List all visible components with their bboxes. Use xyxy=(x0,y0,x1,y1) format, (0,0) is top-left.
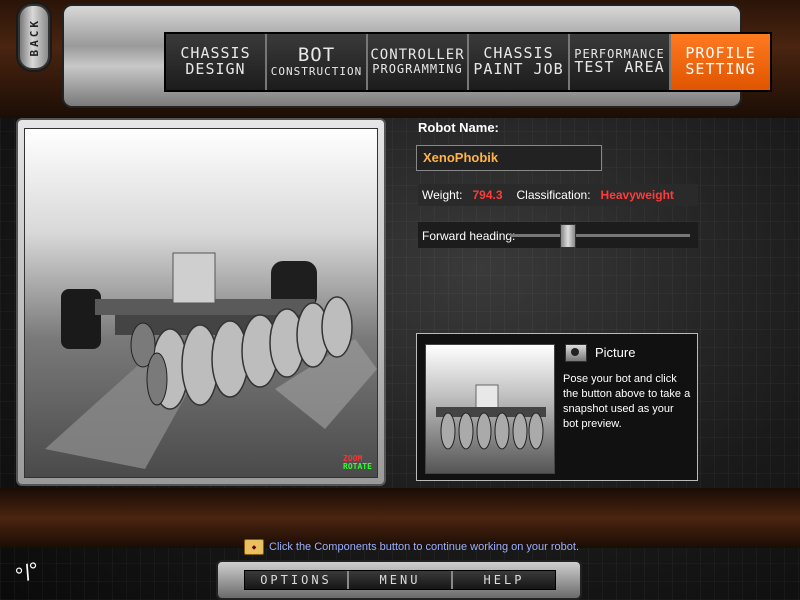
bot-preview-snapshot xyxy=(425,344,555,474)
zoom-rotate-legend: ZOOM ROTATE xyxy=(343,455,372,471)
robot-3d-viewport[interactable]: ZOOM ROTATE xyxy=(24,128,378,478)
robot-name-value: XenoPhobik xyxy=(423,150,499,165)
forward-heading-row: Forward heading: xyxy=(418,222,698,248)
weight-label: Weight: xyxy=(422,188,463,202)
forward-heading-slider-track[interactable] xyxy=(510,234,690,237)
nav-tabs: CHASSIS DESIGN BOT CONSTRUCTION CONTROLL… xyxy=(164,32,772,92)
tab-bot-construction[interactable]: BOT CONSTRUCTION xyxy=(267,34,368,90)
bottom-menu-frame: OPTIONS MENU HELP xyxy=(216,560,582,600)
components-icon: ◆ xyxy=(244,539,264,555)
snapshot-image xyxy=(436,384,546,450)
tab-label-line2: CONSTRUCTION xyxy=(270,65,363,79)
picture-description: Pose your bot and click the button above… xyxy=(563,373,691,430)
tab-controller-programming[interactable]: CONTROLLER PROGRAMMING xyxy=(368,34,469,90)
nav-frame: CHASSIS DESIGN BOT CONSTRUCTION CONTROLL… xyxy=(62,4,772,108)
tab-label-line2: PAINT JOB xyxy=(473,60,564,78)
rotate-label: ROTATE xyxy=(343,462,372,471)
robot-stats-row: Weight: 794.3 Classification: Heavyweigh… xyxy=(418,184,698,206)
tab-label-line1: CONTROLLER xyxy=(370,47,465,64)
back-button[interactable]: BACK xyxy=(18,4,50,70)
status-bar: ◆ Click the Components button to continu… xyxy=(244,539,579,555)
back-button-label: BACK xyxy=(27,17,41,57)
picture-title: Picture xyxy=(595,345,636,360)
robot-name-field[interactable]: XenoPhobik xyxy=(416,145,602,171)
robot-name-label: Robot Name: xyxy=(418,120,499,135)
help-button[interactable]: HELP xyxy=(453,571,555,589)
camera-snapshot-button[interactable] xyxy=(565,344,587,362)
tab-label-line2: PROGRAMMING xyxy=(372,62,463,77)
tab-label-line2: TEST AREA xyxy=(574,58,665,77)
menu-button[interactable]: MENU xyxy=(349,571,453,589)
tab-performance-test-area[interactable]: PERFORMANCE TEST AREA xyxy=(570,34,671,90)
options-button[interactable]: OPTIONS xyxy=(245,571,349,589)
weight-value: 794.3 xyxy=(472,188,503,202)
forward-heading-label: Forward heading: xyxy=(422,229,516,243)
tab-chassis-design[interactable]: CHASSIS DESIGN xyxy=(166,34,267,90)
tab-label-line2: SETTING xyxy=(685,60,756,78)
robot-model xyxy=(45,252,377,469)
classification-value: Heavyweight xyxy=(600,188,674,202)
forward-heading-slider-thumb[interactable] xyxy=(559,224,576,248)
tab-label-line1: BOT xyxy=(297,44,336,67)
picture-panel: Picture Pose your bot and click the butt… xyxy=(416,333,698,481)
status-message: Click the Components button to continue … xyxy=(269,541,580,553)
tab-label-line2: DESIGN xyxy=(185,60,246,78)
robot-preview-panel: ZOOM ROTATE xyxy=(16,118,386,486)
tab-profile-setting[interactable]: PROFILE SETTING xyxy=(671,34,770,90)
bottom-menu: OPTIONS MENU HELP xyxy=(244,570,556,590)
classification-label: Classification: xyxy=(516,188,591,202)
tab-chassis-paint-job[interactable]: CHASSIS PAINT JOB xyxy=(469,34,570,90)
